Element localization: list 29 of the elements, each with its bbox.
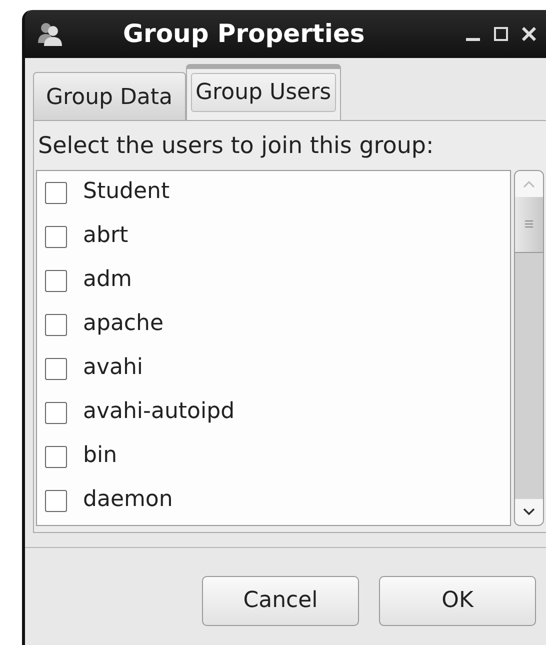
- checkbox[interactable]: [45, 182, 67, 204]
- user-name: Student: [83, 179, 170, 206]
- dialog-button[interactable]: Cancel: [202, 576, 359, 626]
- user-name: adm: [83, 267, 132, 294]
- checkbox[interactable]: [45, 358, 67, 380]
- user-name: bin: [83, 443, 118, 470]
- scroll-thumb[interactable]: [515, 196, 543, 252]
- user-name: daemon: [83, 487, 173, 514]
- checkbox[interactable]: [45, 446, 67, 468]
- scroll-up-icon[interactable]: [515, 170, 543, 196]
- checkbox[interactable]: [45, 490, 67, 512]
- users-icon: [37, 21, 63, 47]
- dialog-button[interactable]: OK: [379, 576, 536, 626]
- scrollbar[interactable]: [514, 170, 544, 526]
- instruction-label: Select the users to join this group:: [38, 132, 434, 161]
- user-name: abrt: [83, 223, 128, 250]
- close-icon[interactable]: [522, 27, 536, 41]
- tab[interactable]: Group Users: [186, 64, 342, 120]
- window-title: Group Properties: [123, 18, 366, 50]
- tab[interactable]: Group Data: [33, 72, 186, 120]
- checkbox[interactable]: [45, 314, 67, 336]
- checkbox[interactable]: [45, 226, 67, 248]
- user-name: avahi-autoipd: [83, 399, 235, 426]
- maximize-icon[interactable]: [494, 27, 508, 41]
- user-name: avahi: [83, 355, 144, 382]
- checkbox[interactable]: [45, 270, 67, 292]
- checkbox[interactable]: [45, 402, 67, 424]
- user-name: apache: [83, 311, 164, 338]
- scroll-down-icon[interactable]: [515, 498, 543, 524]
